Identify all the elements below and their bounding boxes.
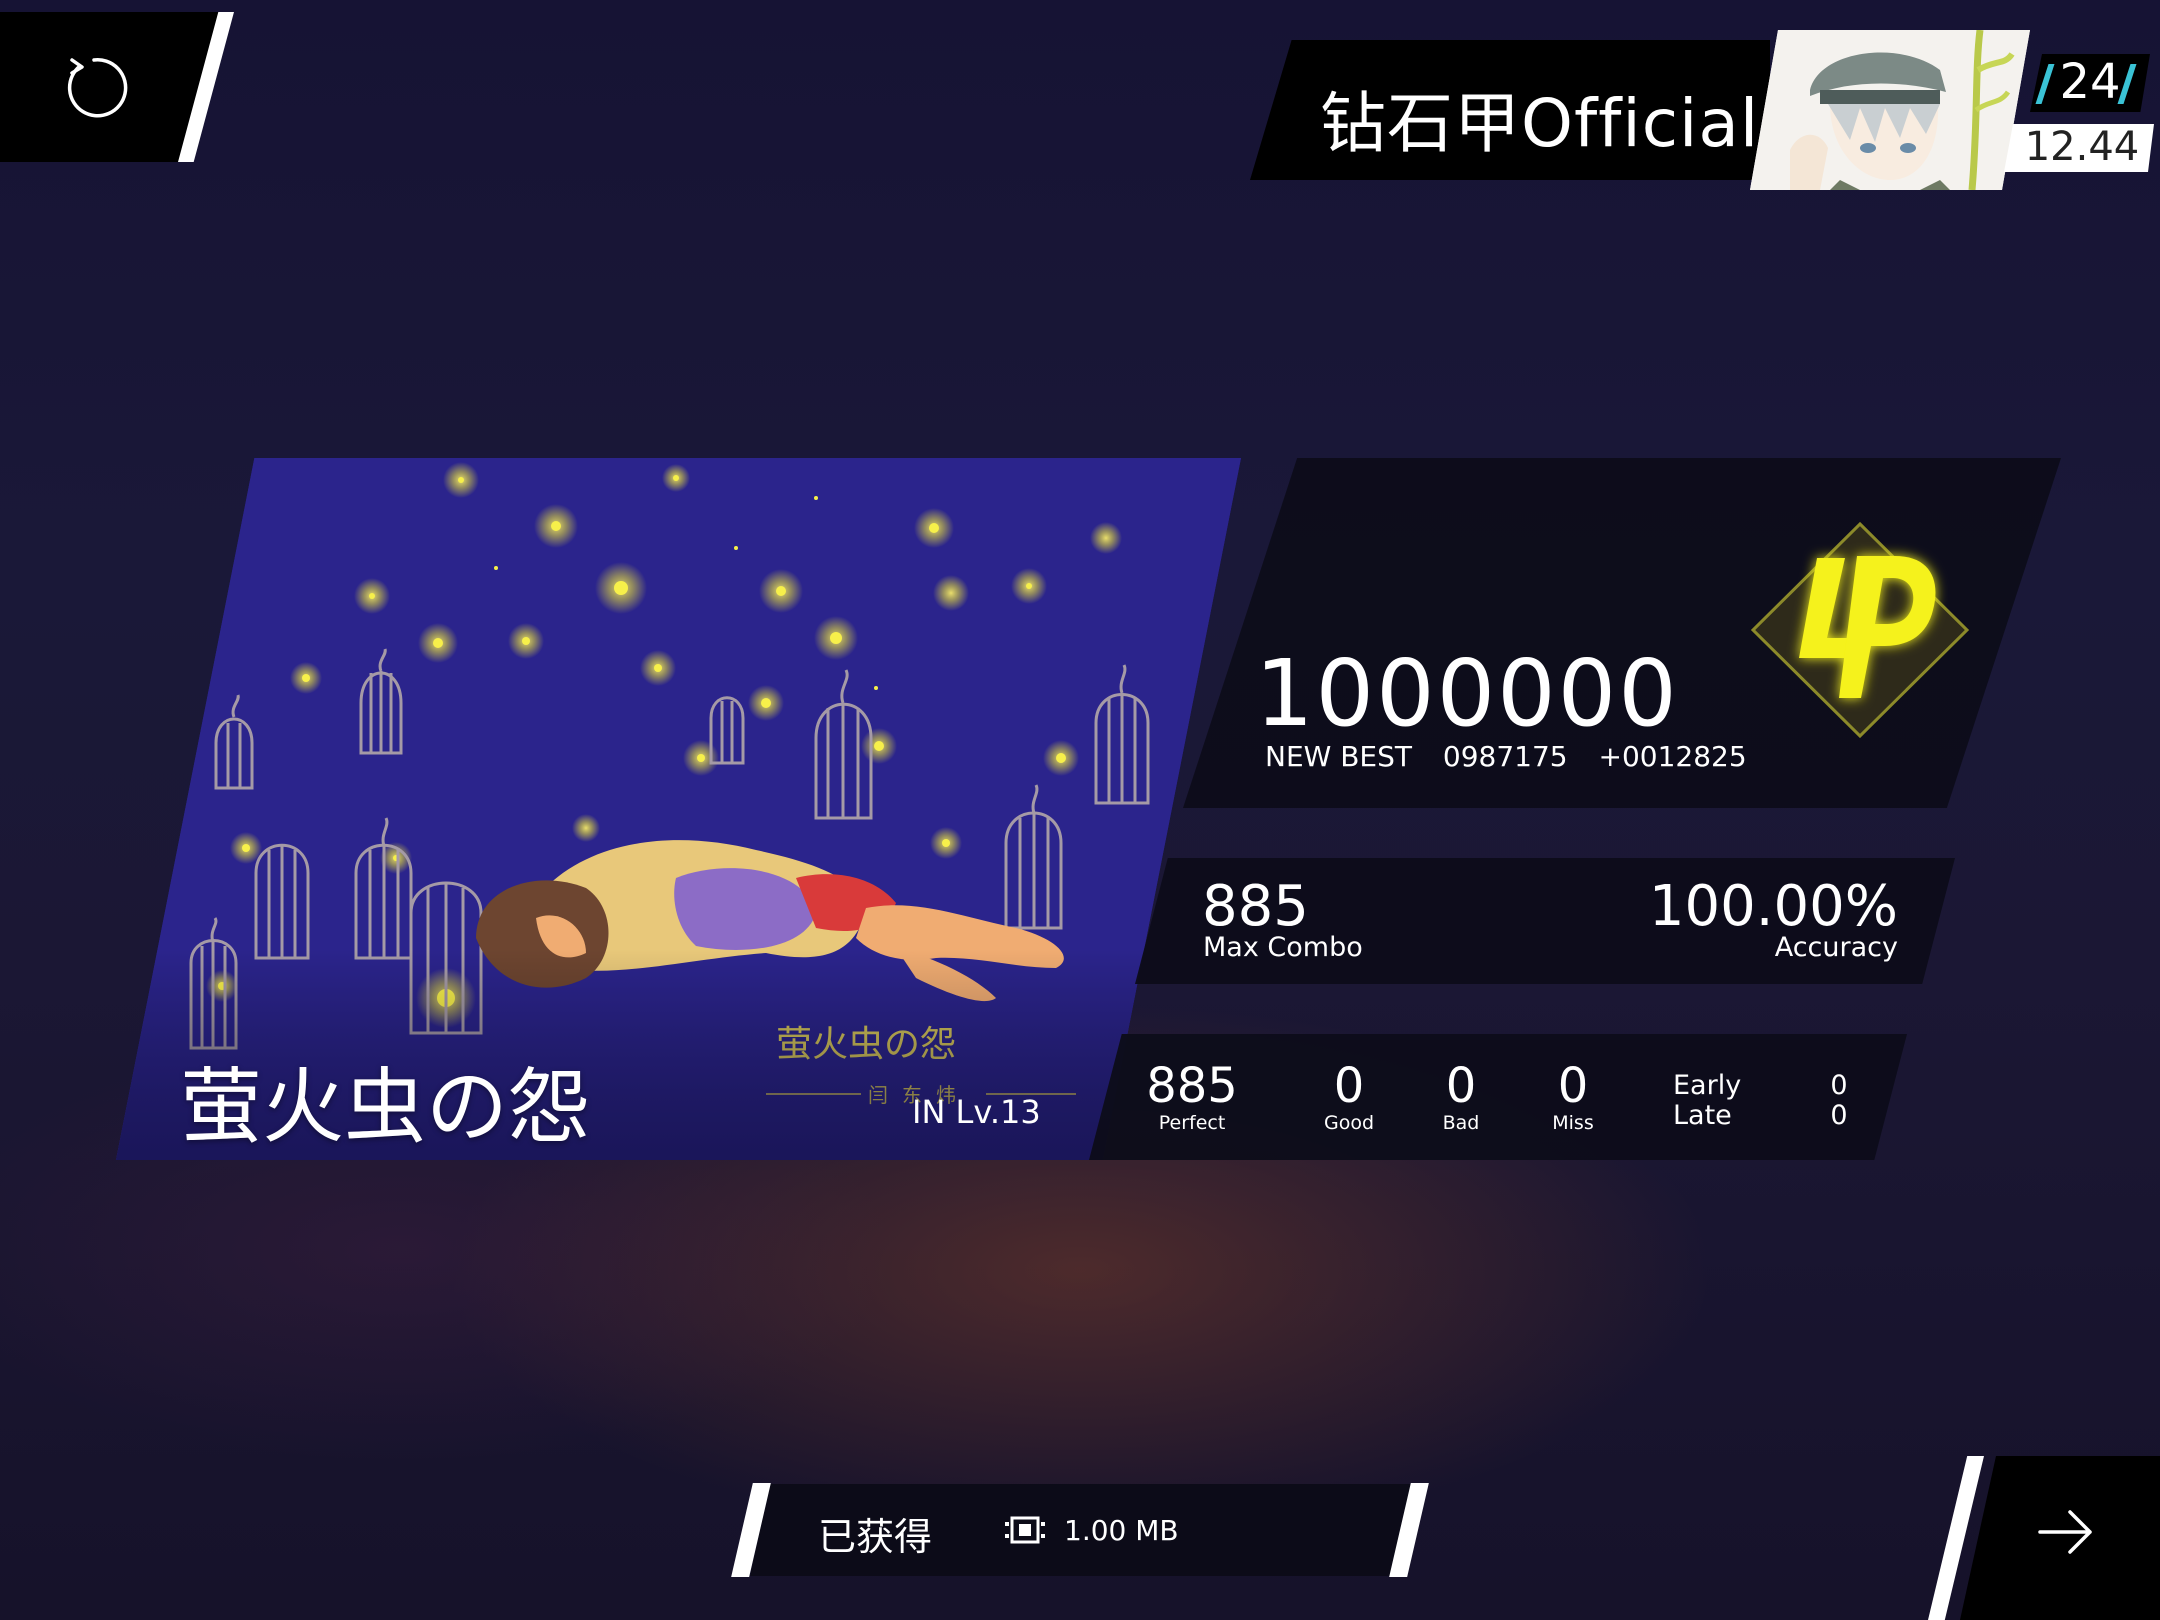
obtained-label: 已获得 [818,1515,933,1559]
avatar[interactable] [1750,30,2030,190]
miss-label: Miss [1552,1112,1594,1134]
chip-icon [1005,1516,1045,1544]
previous-best: 0987175 [1442,740,1568,773]
score-value: 1000000 [1255,640,1679,747]
late-count: 0 [1830,1100,1848,1131]
new-best-label: NEW BEST [1265,740,1412,773]
max-combo-label: Max Combo [1203,932,1363,963]
score-delta: +0012825 [1598,740,1747,773]
early-count: 0 [1830,1070,1848,1101]
difficulty-label: IN Lv.13 [912,1093,1041,1131]
accuracy-value: 100.00% [1648,874,1898,939]
max-combo-value: 885 [1202,874,1309,939]
rank-number: 24 [2059,54,2121,110]
late-label: Late [1673,1100,1732,1131]
grade-phi-icon [1750,521,1970,738]
arrow-right-icon[interactable] [2036,1502,2096,1562]
accuracy-label: Accuracy [1774,932,1898,963]
retry-icon[interactable] [58,52,130,124]
perfect-count: 885 [1146,1058,1238,1114]
perfect-label: Perfect [1158,1112,1226,1134]
score-subline: NEW BEST 0987175 +0012825 [1265,740,1769,773]
miss-count: 0 [1557,1058,1589,1114]
early-label: Early [1673,1070,1742,1101]
rks-value: 12.44 [2024,124,2140,170]
player-name: 钻石甲Official [1320,85,1760,162]
song-title: 萤火虫の怨 [180,1060,591,1155]
data-amount: 1.00 MB [1064,1514,1179,1547]
